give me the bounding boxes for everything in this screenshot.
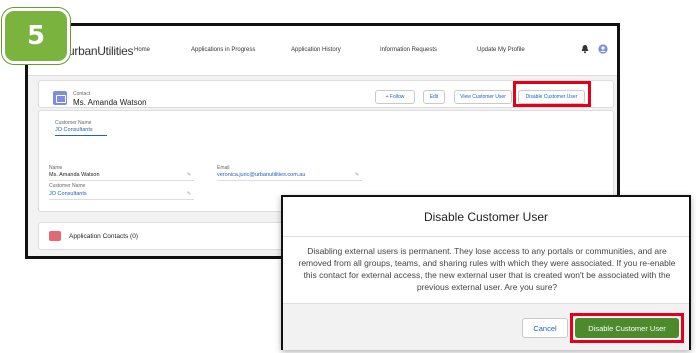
name-label: Name bbox=[49, 165, 63, 171]
customer-name-link[interactable]: JO Consultants bbox=[55, 127, 93, 133]
nav-application-history[interactable]: Application History bbox=[291, 47, 341, 53]
edit-name-pencil-icon[interactable]: ✎ bbox=[187, 172, 191, 178]
object-label: Contact bbox=[73, 91, 91, 97]
logo: urbanUtilities bbox=[68, 44, 134, 58]
top-navigation: urbanUtilities Home Applications in Prog… bbox=[28, 26, 617, 76]
customer-name-label: Customer Name bbox=[55, 120, 92, 126]
highlight-confirm-button bbox=[570, 313, 684, 343]
name-field-line bbox=[49, 180, 194, 181]
email-field-line bbox=[217, 180, 362, 181]
contact-name-title: Ms. Amanda Watson bbox=[73, 98, 147, 107]
nav-information-requests[interactable]: Information Requests bbox=[380, 47, 437, 53]
customer-name-link-2[interactable]: JO Consultants bbox=[49, 191, 87, 197]
contact-icon bbox=[53, 91, 67, 105]
step-number: 5 bbox=[26, 21, 46, 51]
email-link[interactable]: veronica.juric@urbanutilities.com.au bbox=[217, 172, 305, 178]
highlight-disable-button bbox=[513, 81, 591, 107]
nav-applications-in-progress[interactable]: Applications in Progress bbox=[191, 47, 255, 53]
follow-button[interactable]: + Follow bbox=[375, 90, 415, 104]
tutorial-screenshot: 5 urbanUtilities Home Applications in Pr… bbox=[0, 0, 696, 353]
user-icon[interactable] bbox=[598, 44, 608, 54]
application-contacts-title[interactable]: Application Contacts (0) bbox=[69, 233, 138, 240]
modal-body-text: Disabling external users is permanent. T… bbox=[298, 246, 676, 292]
nav-update-my-profile[interactable]: Update My Profile bbox=[477, 47, 525, 53]
cancel-button[interactable]: Cancel bbox=[522, 318, 568, 338]
email-label: Email bbox=[217, 165, 230, 171]
customer-field-line bbox=[49, 199, 194, 200]
customer-name-label-2: Customer Name bbox=[49, 183, 86, 189]
edit-email-pencil-icon[interactable]: ✎ bbox=[355, 172, 359, 178]
customer-name-underline bbox=[55, 135, 107, 136]
contact-header: Contact Ms. Amanda Watson + Follow Edit … bbox=[38, 80, 614, 108]
modal-title: Disable Customer User bbox=[283, 197, 689, 237]
modal-footer: Cancel Disable Customer User bbox=[283, 303, 689, 350]
name-value: Ms. Amanda Watson bbox=[49, 172, 100, 178]
disable-customer-user-modal: Disable Customer User Disabling external… bbox=[281, 195, 691, 350]
view-customer-user-button[interactable]: View Customer User bbox=[454, 90, 512, 104]
edit-customer-pencil-icon[interactable]: ✎ bbox=[187, 191, 191, 197]
nav-home[interactable]: Home bbox=[134, 47, 150, 53]
step-badge: 5 bbox=[2, 8, 70, 64]
edit-button[interactable]: Edit bbox=[423, 90, 445, 104]
bell-icon[interactable] bbox=[580, 44, 590, 54]
application-contacts-icon bbox=[49, 231, 61, 241]
